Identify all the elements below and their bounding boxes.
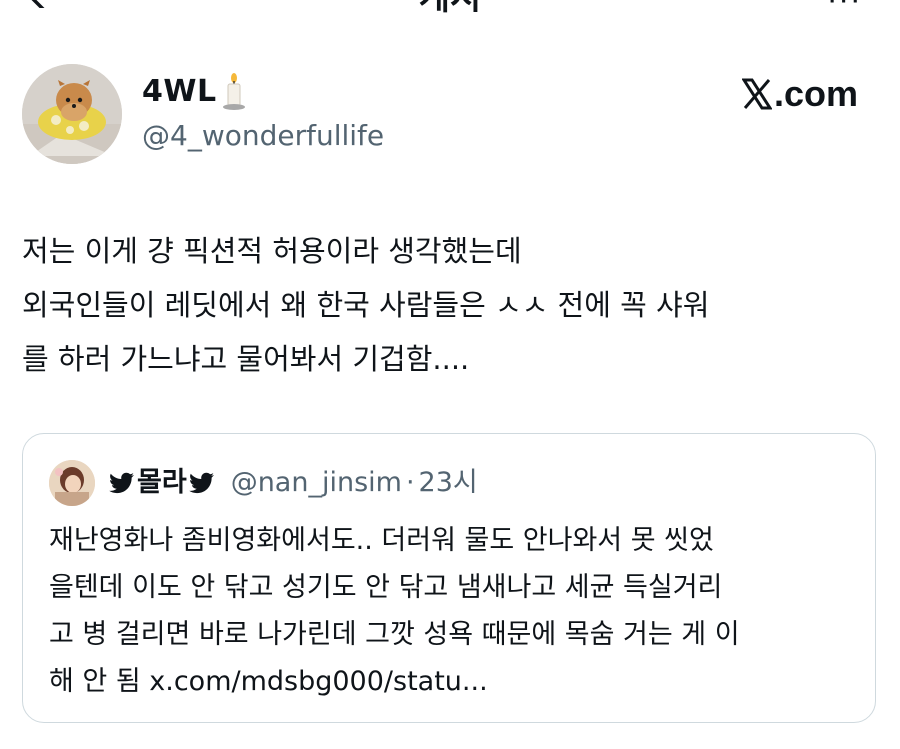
bird-icon [109,472,134,494]
author-name-row[interactable]: 4WL [142,72,247,112]
quoted-handle[interactable]: @nan_jinsim [231,463,402,503]
source-label: .com [741,73,858,114]
more-options-icon[interactable]: ··· [827,0,862,17]
candle-icon [222,73,245,110]
quoted-line: 을텐데 이도 안 닦고 성기도 안 닦고 냄새나고 세균 득실거리 [49,572,723,603]
quoted-avatar-image [49,460,95,506]
avatar-image [22,64,122,164]
quoted-tweet[interactable]: 몰라 @nan_jinsim · 23시 재난영화나 좀비영화에서도.. 더러워… [22,433,876,723]
tweet-line: 저는 이게 걍 픽션적 허용이라 생각했는데 [22,234,522,268]
bird-icon [188,472,214,494]
separator-dot: · [405,467,415,498]
quoted-tweet-header: 몰라 @nan_jinsim · 23시 [49,460,478,506]
quoted-timestamp[interactable]: 23시 [419,463,478,503]
author-handle[interactable]: @4_wonderfullife [142,116,384,156]
quoted-tweet-body: 재난영화나 좀비영화에서도.. 더러워 물도 안나와서 못 씻었 을텐데 이도 … [49,517,859,705]
x-logo-icon [741,78,772,110]
tweet-body: 저는 이게 걍 픽션적 허용이라 생각했는데 외국인들이 레딧에서 왜 한국 사… [22,224,882,386]
top-bar: 게시 ··· [0,0,900,22]
tweet-line: 외국인들이 레딧에서 왜 한국 사람들은 ㅅㅅ 전에 꼭 샤워 [22,288,710,322]
quoted-display-name[interactable]: 몰라 [137,463,187,503]
quoted-avatar[interactable] [49,460,95,506]
quoted-line: 재난영화나 좀비영화에서도.. 더러워 물도 안나와서 못 씻었 [49,525,714,556]
display-name[interactable]: 4WL [142,72,217,112]
page-title: 게시 [0,0,900,18]
tweet-line: 를 하러 가느냐고 물어봐서 기겁함.... [22,342,470,376]
tweet-author: 4WL @4_wonderfullife .com [22,64,878,166]
quoted-line: 고 병 걸리면 바로 나가린데 그깟 성욕 때문에 목숨 거는 게 이 [49,619,740,650]
avatar[interactable] [22,64,122,164]
source-text: .com [773,73,858,114]
quoted-line: 해 안 됨 x.com/mdsbg000/statu... [49,666,488,697]
